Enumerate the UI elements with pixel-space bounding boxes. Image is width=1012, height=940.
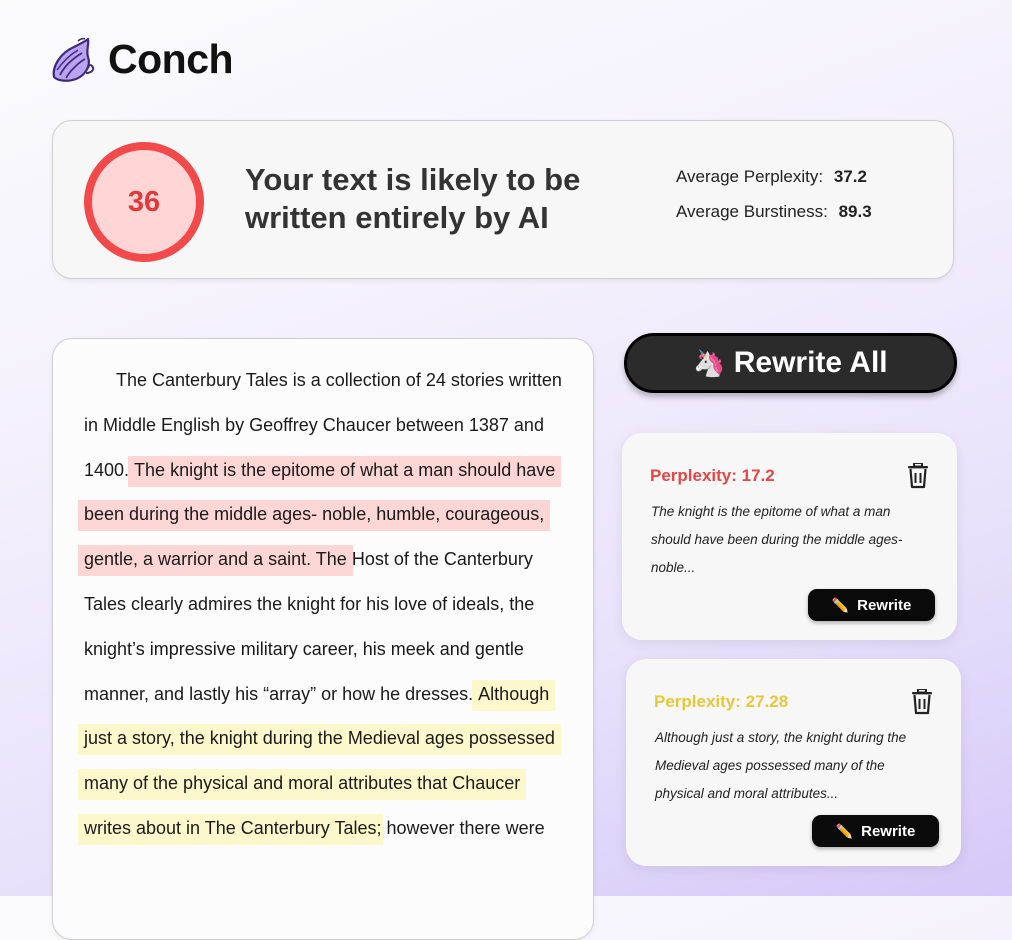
score-card: 36 Your text is likely to be written ent…: [52, 120, 954, 279]
suggestion-perplexity: Perplexity: 27.28: [654, 692, 789, 711]
suggestion-card: Perplexity: 17.2 The knight is the epito…: [622, 433, 957, 640]
burstiness-metric: Average Burstiness: 89.3: [676, 202, 872, 237]
score-value: 36: [127, 185, 161, 218]
pencil-icon: ✏️: [835, 822, 854, 839]
trash-icon[interactable]: [907, 463, 929, 489]
rewrite-button[interactable]: ✏️ Rewrite: [812, 815, 939, 847]
rewrite-all-button[interactable]: 🦄 Rewrite All: [624, 333, 957, 393]
rewrite-button-label: Rewrite: [857, 596, 912, 614]
rewrite-button[interactable]: ✏️ Rewrite: [808, 589, 935, 621]
burstiness-label: Average Burstiness:: [676, 202, 828, 221]
suggestion-snippet: Although just a story, the knight during…: [655, 730, 907, 801]
suggestion-card: Perplexity: 27.28 Although just a story,…: [626, 659, 961, 866]
burstiness-value: 89.3: [838, 202, 872, 221]
text-panel[interactable]: The Canterbury Tales is a collection of …: [52, 338, 594, 940]
essay-text[interactable]: The Canterbury Tales is a collection of …: [78, 358, 569, 851]
conch-shell-icon: [52, 37, 95, 82]
brand: Conch: [48, 36, 234, 83]
brand-name: Conch: [108, 36, 234, 82]
suggestion-perplexity: Perplexity: 17.2: [650, 466, 775, 485]
score-ring: 36: [84, 142, 204, 262]
rewrite-button-label: Rewrite: [861, 822, 916, 840]
verdict-text: Your text is likely to be written entire…: [245, 162, 581, 235]
perplexity-label: Average Perplexity:: [676, 167, 824, 186]
perplexity-value: 37.2: [833, 167, 867, 186]
perplexity-metric: Average Perplexity: 37.2: [676, 167, 872, 202]
suggestion-snippet: The knight is the epitome of what a man …: [651, 504, 903, 575]
metrics: Average Perplexity: 37.2 Average Burstin…: [676, 167, 872, 237]
essay-part-3: ; however there were: [376, 817, 545, 838]
rewrite-all-label: Rewrite All: [733, 346, 888, 379]
pencil-icon: ✏️: [831, 596, 850, 613]
trash-icon[interactable]: [911, 689, 933, 715]
unicorn-icon: 🦄: [693, 347, 726, 378]
